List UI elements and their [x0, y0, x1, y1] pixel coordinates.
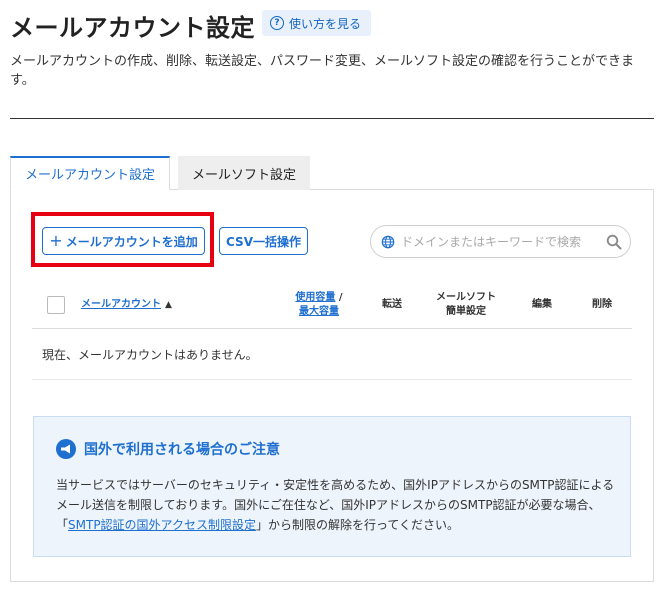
table-header: メールアカウント ▲ 使用容量 / 最大容量 転送 メールソフト 簡単設定 編集 …	[32, 285, 632, 329]
megaphone-icon	[56, 439, 76, 459]
sort-by-usage-link[interactable]: 使用容量	[295, 292, 335, 303]
column-header-forward: 転送	[382, 299, 402, 310]
add-mail-account-label: メールアカウントを追加	[65, 234, 198, 249]
header-divider	[10, 118, 654, 119]
tab-mail-software-settings[interactable]: メールソフト設定	[178, 156, 311, 190]
select-all-checkbox[interactable]	[47, 296, 65, 314]
search-icon[interactable]	[606, 234, 622, 250]
notice-title-text: 国外で利用される場合のご注意	[84, 442, 280, 458]
sort-asc-icon: ▲	[165, 300, 172, 310]
column-header-edit: 編集	[532, 299, 552, 310]
empty-table-message: 現在、メールアカウントはありません。	[32, 329, 632, 380]
plus-icon: +	[49, 231, 63, 250]
help-button[interactable]: ? 使い方を見る	[262, 10, 372, 36]
add-mail-account-button[interactable]: + メールアカウントを追加	[42, 227, 205, 255]
tab-mail-account-settings[interactable]: メールアカウント設定	[10, 156, 171, 190]
notice-title: 国外で利用される場合のご注意	[56, 439, 280, 459]
sort-by-account-link[interactable]: メールアカウント	[81, 299, 161, 310]
search-input[interactable]	[401, 234, 606, 249]
column-header-usage: 使用容量 / 最大容量	[295, 292, 343, 317]
csv-bulk-button[interactable]: CSV一括操作	[219, 227, 308, 255]
page-description: メールアカウントの作成、削除、転送設定、パスワード変更、メールソフト設定の確認を…	[10, 54, 635, 88]
globe-icon	[381, 235, 395, 248]
column-header-account: メールアカウント ▲	[81, 298, 172, 312]
question-icon: ?	[270, 16, 284, 30]
overseas-notice: 国外で利用される場合のご注意 当サービスではサーバーのセキュリティ・安定性を高め…	[33, 416, 631, 557]
smtp-restriction-settings-link[interactable]: SMTP認証の国外アクセス制限設定	[68, 518, 256, 532]
page-title: メールアカウント設定	[10, 14, 255, 42]
column-header-delete: 削除	[592, 299, 612, 310]
search-box[interactable]	[370, 225, 631, 258]
tab-bar: メールアカウント設定 メールソフト設定	[10, 156, 311, 190]
sort-by-max-capacity-link[interactable]: 最大容量	[299, 306, 339, 317]
help-button-label: 使い方を見る	[289, 16, 362, 31]
column-header-mail-software: メールソフト 簡単設定	[436, 292, 496, 317]
notice-body: 当サービスではサーバーのセキュリティ・安定性を高めるため、国外IPアドレスからの…	[56, 478, 615, 532]
